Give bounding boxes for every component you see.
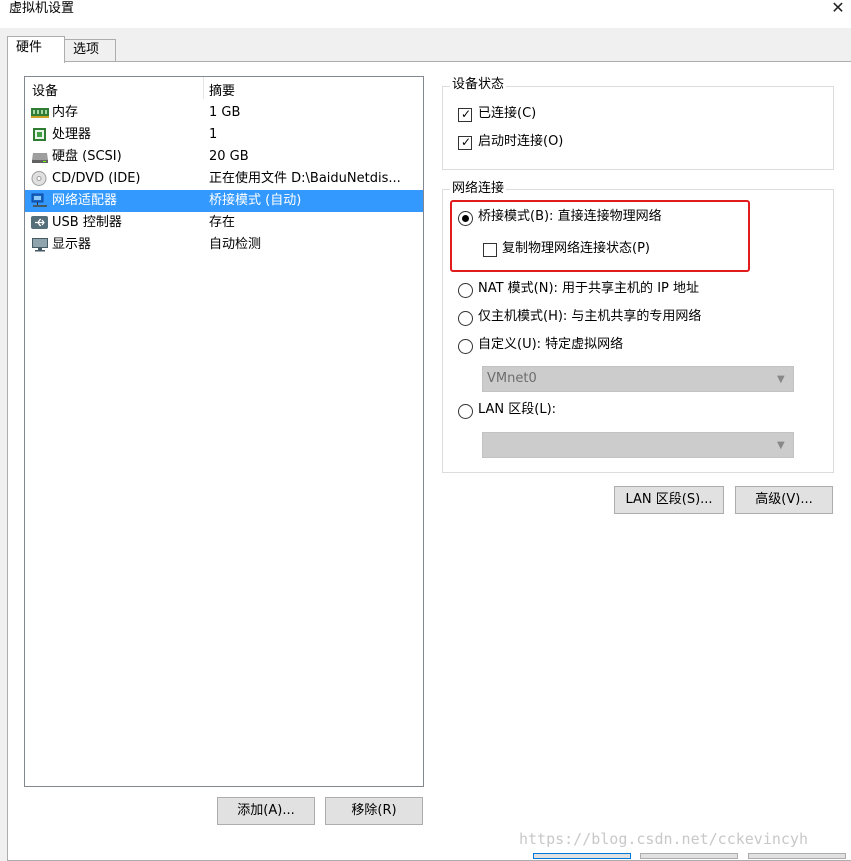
column-divider[interactable] bbox=[203, 77, 204, 99]
lan-segments-button[interactable]: LAN 区段(S)... bbox=[614, 486, 724, 514]
custom-label[interactable]: 自定义(U): 特定虚拟网络 bbox=[478, 336, 623, 354]
device-row-usb[interactable]: USB 控制器 存在 bbox=[25, 212, 423, 234]
lan-segment-radio[interactable] bbox=[458, 404, 473, 419]
display-icon bbox=[32, 238, 48, 252]
host-only-label[interactable]: 仅主机模式(H): 与主机共享的专用网络 bbox=[478, 308, 701, 326]
hard-disk-icon bbox=[32, 153, 48, 163]
device-name: USB 控制器 bbox=[52, 215, 122, 230]
column-header-summary[interactable]: 摘要 bbox=[209, 80, 235, 99]
tab-hardware[interactable]: 硬件 bbox=[7, 36, 65, 63]
device-summary: 1 GB bbox=[209, 105, 241, 120]
advanced-button[interactable]: 高级(V)... bbox=[735, 486, 833, 514]
watermark-text: https://blog.csdn.net/cckevincyh bbox=[519, 830, 808, 848]
remove-device-button[interactable]: 移除(R) bbox=[325, 797, 423, 825]
column-header-device[interactable]: 设备 bbox=[32, 80, 58, 99]
device-status-group bbox=[442, 86, 834, 170]
custom-network-select[interactable]: VMnet0 ▼ bbox=[482, 366, 794, 392]
device-row-network-adapter[interactable]: 网络适配器 桥接模式 (自动) bbox=[25, 190, 423, 212]
lan-segment-select[interactable]: ▼ bbox=[482, 432, 794, 458]
memory-icon bbox=[31, 108, 49, 118]
device-summary: 存在 bbox=[209, 215, 236, 230]
chevron-down-icon: ▼ bbox=[777, 374, 785, 385]
checkmark-icon: ✓ bbox=[461, 135, 472, 149]
device-summary: 正在使用文件 D:\BaiduNetdis... bbox=[209, 171, 401, 186]
connect-at-power-on-label[interactable]: 启动时连接(O) bbox=[478, 133, 563, 151]
help-button[interactable] bbox=[748, 853, 846, 859]
network-connection-legend: 网络连接 bbox=[450, 181, 507, 197]
highlight-annotation-box bbox=[450, 200, 750, 272]
custom-network-value: VMnet0 bbox=[487, 371, 537, 386]
network-adapter-icon bbox=[31, 193, 47, 207]
device-row-cd-dvd[interactable]: CD/DVD (IDE) 正在使用文件 D:\BaiduNetdis... bbox=[25, 168, 423, 190]
device-row-display[interactable]: 显示器 自动检测 bbox=[25, 234, 423, 256]
device-list[interactable]: 设备 摘要 内存 1 GB 处理器 1 硬盘 (SCSI) 20 GB CD/D… bbox=[24, 76, 424, 787]
device-row-memory[interactable]: 内存 1 GB bbox=[25, 102, 423, 124]
cancel-button[interactable] bbox=[640, 853, 738, 859]
host-only-radio[interactable] bbox=[458, 311, 473, 326]
custom-radio[interactable] bbox=[458, 339, 473, 354]
title-bar: 虚拟机设置 ✕ bbox=[0, 0, 851, 28]
connected-checkbox[interactable]: ✓ bbox=[458, 107, 472, 122]
device-summary: 自动检测 bbox=[209, 237, 262, 252]
device-name: 内存 bbox=[52, 105, 79, 120]
usb-icon bbox=[31, 216, 48, 229]
connect-at-power-on-checkbox[interactable]: ✓ bbox=[458, 135, 472, 150]
device-name: 硬盘 (SCSI) bbox=[52, 149, 122, 164]
tab-options[interactable]: 选项 bbox=[64, 39, 116, 61]
device-summary: 1 bbox=[209, 127, 218, 142]
device-list-header: 设备 摘要 bbox=[25, 77, 423, 99]
device-status-legend: 设备状态 bbox=[450, 77, 507, 93]
device-name: 显示器 bbox=[52, 237, 92, 252]
device-row-processor[interactable]: 处理器 1 bbox=[25, 124, 423, 146]
device-name: 处理器 bbox=[52, 127, 92, 142]
add-device-button[interactable]: 添加(A)... bbox=[217, 797, 315, 825]
device-name: 网络适配器 bbox=[52, 193, 118, 208]
lan-segment-label[interactable]: LAN 区段(L): bbox=[478, 401, 556, 419]
device-row-hard-disk[interactable]: 硬盘 (SCSI) 20 GB bbox=[25, 146, 423, 168]
connected-label[interactable]: 已连接(C) bbox=[478, 105, 536, 123]
nat-label[interactable]: NAT 模式(N): 用于共享主机的 IP 地址 bbox=[478, 280, 699, 298]
chevron-down-icon: ▼ bbox=[777, 440, 785, 451]
device-summary: 20 GB bbox=[209, 149, 249, 164]
window-title: 虚拟机设置 bbox=[9, 1, 75, 16]
device-name: CD/DVD (IDE) bbox=[52, 171, 141, 186]
cd-dvd-icon bbox=[31, 171, 47, 186]
ok-button[interactable] bbox=[533, 853, 631, 859]
close-icon[interactable]: ✕ bbox=[829, 0, 847, 18]
processor-icon bbox=[33, 128, 46, 141]
device-summary: 桥接模式 (自动) bbox=[209, 193, 302, 208]
checkmark-icon: ✓ bbox=[461, 107, 472, 121]
nat-radio[interactable] bbox=[458, 283, 473, 298]
